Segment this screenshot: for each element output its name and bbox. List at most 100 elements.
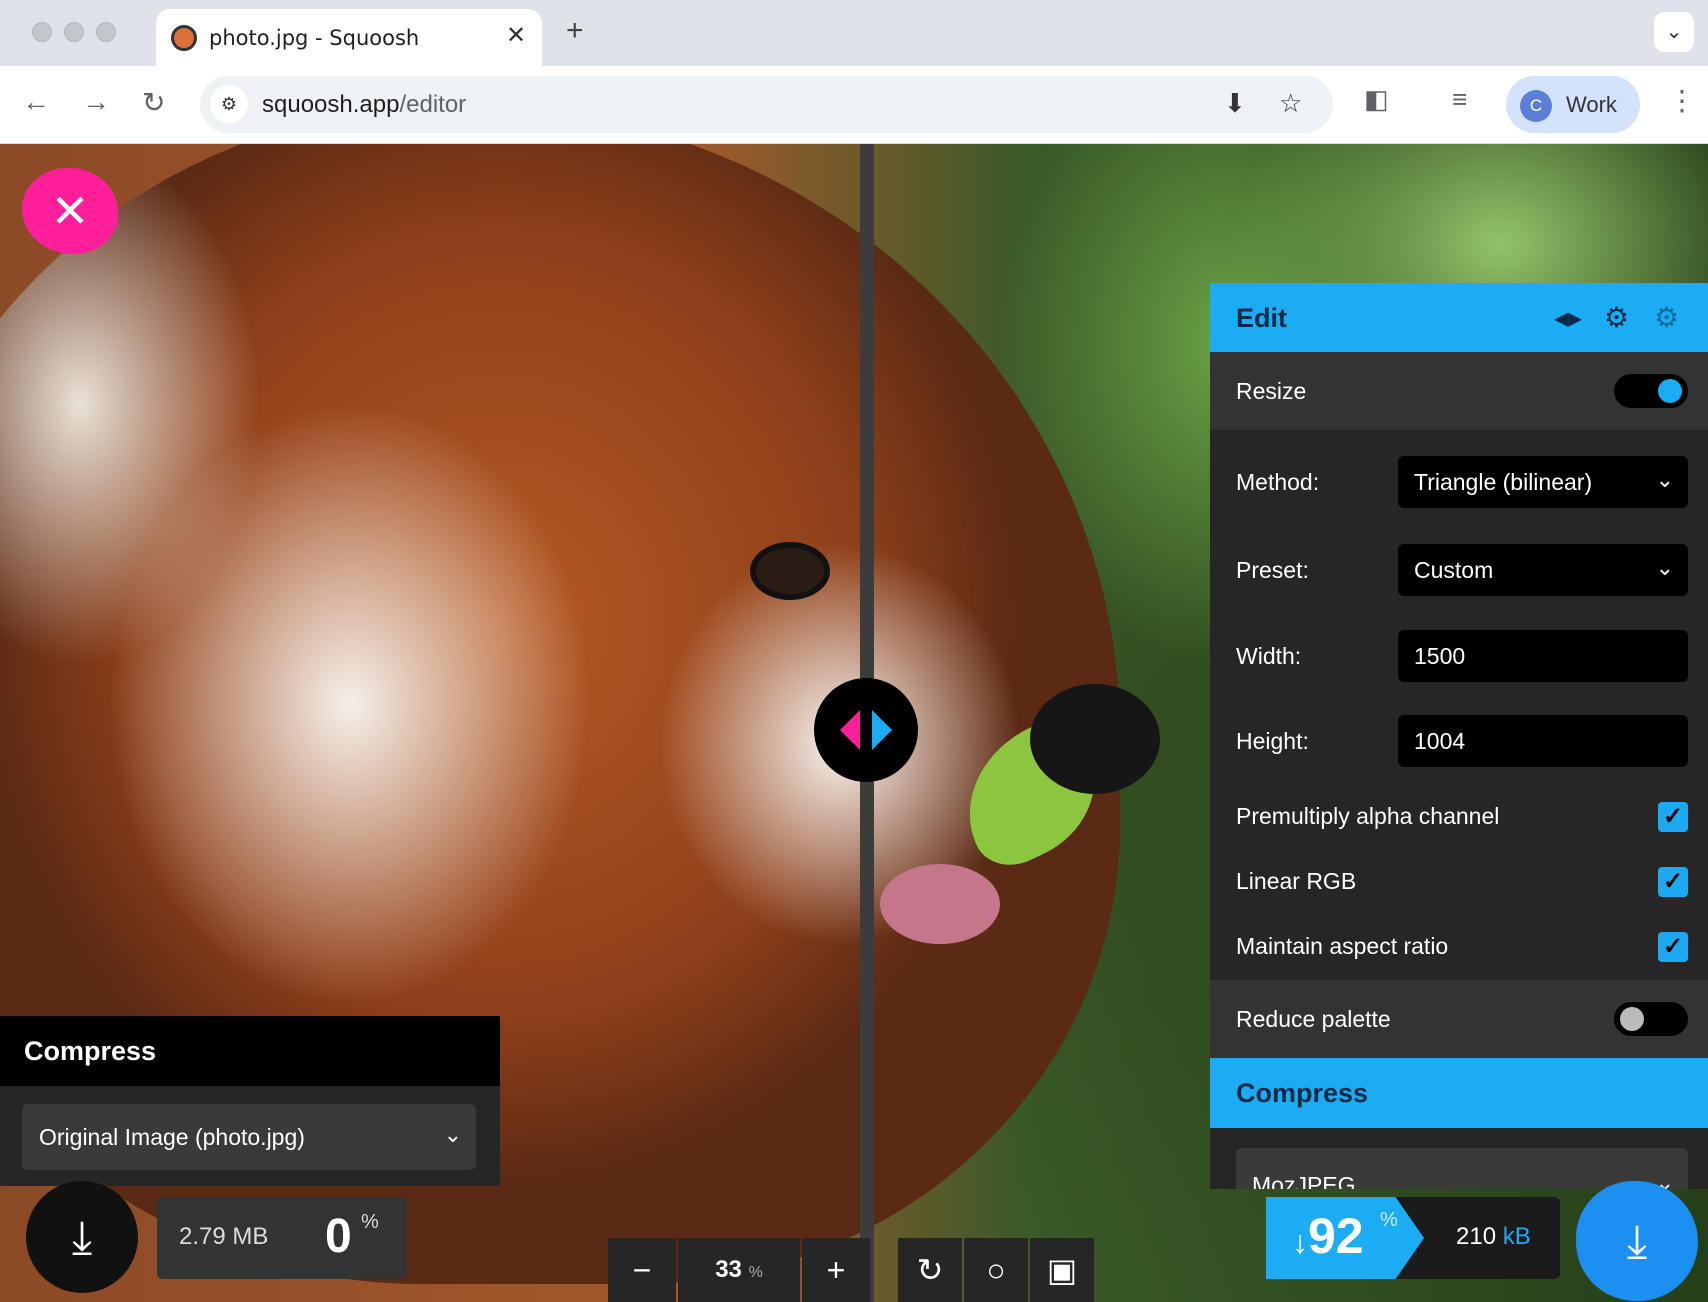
chevron-down-icon: ⌄ bbox=[1655, 555, 1674, 580]
squoosh-favicon-icon bbox=[171, 25, 197, 51]
zoom-unit: % bbox=[748, 1264, 763, 1281]
method-label: Method: bbox=[1236, 469, 1320, 495]
reduce-palette-toggle[interactable] bbox=[1614, 1002, 1688, 1036]
media-icon[interactable]: ≡ bbox=[1452, 84, 1467, 115]
original-size: 2.79 MB bbox=[179, 1223, 269, 1250]
download-icon: ⤓ bbox=[71, 1211, 93, 1263]
savings-value: ↓92 bbox=[1292, 1207, 1364, 1265]
download-original-button[interactable]: ⤓ bbox=[26, 1181, 138, 1293]
reload-icon[interactable]: ↻ bbox=[142, 86, 165, 119]
left-codec-select[interactable]: Original Image (photo.jpg) ⌄ bbox=[22, 1104, 476, 1170]
address-bar[interactable]: ⚙ squoosh.app/editor ⬇ ☆ bbox=[200, 76, 1333, 133]
savings-number: 92 bbox=[1308, 1208, 1364, 1264]
import-settings-icon[interactable]: ⚙ bbox=[1654, 301, 1679, 334]
url-path: /editor bbox=[399, 91, 467, 118]
left-compress-title: Compress bbox=[24, 1036, 157, 1066]
avatar: C bbox=[1520, 90, 1552, 122]
copy-settings-icon[interactable]: ◂▸ bbox=[1554, 301, 1582, 334]
save-settings-icon[interactable]: ⚙ bbox=[1604, 301, 1629, 334]
panda-eye bbox=[750, 542, 830, 600]
download-icon: ⤓ bbox=[1626, 1215, 1648, 1267]
panda-mouth bbox=[880, 864, 1000, 944]
active-tab[interactable]: photo.jpg - Squoosh ✕ bbox=[156, 9, 542, 66]
original-percent-sign: % bbox=[361, 1211, 379, 1233]
left-compress-header: Compress bbox=[0, 1016, 500, 1086]
install-icon[interactable]: ⬇ bbox=[1224, 88, 1246, 119]
preset-select[interactable]: Custom ⌄ bbox=[1398, 544, 1688, 596]
split-handle[interactable] bbox=[814, 678, 918, 782]
minimize-window-button[interactable] bbox=[64, 22, 84, 42]
resize-toggle[interactable] bbox=[1614, 374, 1688, 408]
tab-title: photo.jpg - Squoosh bbox=[209, 26, 420, 50]
chevron-down-icon: ⌄ bbox=[443, 1122, 462, 1147]
original-percent: 0 bbox=[325, 1210, 352, 1263]
width-value: 1500 bbox=[1414, 643, 1466, 669]
profile-name: Work bbox=[1566, 92, 1617, 117]
width-label: Width: bbox=[1236, 643, 1302, 669]
zoom-value: 33 bbox=[715, 1256, 742, 1283]
codec-row: MozJPEG ⌄ bbox=[1210, 1128, 1708, 1189]
close-window-button[interactable] bbox=[32, 22, 52, 42]
maximize-window-button[interactable] bbox=[96, 22, 116, 42]
savings-percent-sign: % bbox=[1380, 1209, 1398, 1231]
codec-value: MozJPEG bbox=[1252, 1172, 1356, 1189]
method-value: Triangle (bilinear) bbox=[1414, 469, 1593, 495]
method-select[interactable]: Triangle (bilinear) ⌄ bbox=[1398, 456, 1688, 508]
reduce-palette-label: Reduce palette bbox=[1236, 1006, 1391, 1032]
premultiply-checkbox[interactable]: ✓ bbox=[1658, 802, 1688, 832]
zoom-in-button[interactable]: + bbox=[802, 1238, 870, 1302]
download-result-button[interactable]: ⤓ bbox=[1576, 1181, 1698, 1301]
url-host: squoosh.app bbox=[262, 91, 400, 118]
close-tab-icon[interactable]: ✕ bbox=[506, 21, 526, 50]
rotate-icon[interactable]: ↻ bbox=[898, 1238, 962, 1302]
height-value: 1004 bbox=[1414, 728, 1466, 754]
zoom-level[interactable]: 33 % bbox=[678, 1238, 800, 1302]
resize-row: Resize bbox=[1210, 352, 1708, 430]
height-input[interactable]: 1004 bbox=[1398, 715, 1688, 767]
edit-panel: Edit ◂▸ ⚙ ⚙ Resize Method: Triangle (bil… bbox=[1210, 283, 1708, 1189]
background-toggle-icon[interactable]: ○ bbox=[964, 1238, 1028, 1302]
url-text[interactable]: squoosh.app/editor bbox=[262, 91, 466, 119]
panda-nose bbox=[1030, 684, 1160, 794]
linear-rgb-checkbox[interactable]: ✓ bbox=[1658, 867, 1688, 897]
preset-value: Custom bbox=[1414, 557, 1494, 583]
tab-strip: photo.jpg - Squoosh ✕ + ⌄ bbox=[0, 0, 1708, 66]
back-icon[interactable]: ← bbox=[22, 86, 50, 118]
premultiply-label: Premultiply alpha channel bbox=[1236, 803, 1500, 829]
close-image-button[interactable]: ✕ bbox=[22, 168, 118, 254]
result-box: ↓92 % 210 kB bbox=[1266, 1197, 1560, 1279]
image-canvas[interactable]: ✕ Edit ◂▸ ⚙ ⚙ Resize Method: Triangle (b… bbox=[0, 144, 1708, 1302]
aspect-ratio-checkbox[interactable]: ✓ bbox=[1658, 932, 1688, 962]
height-label: Height: bbox=[1236, 728, 1309, 754]
compress-title: Compress bbox=[1236, 1078, 1369, 1108]
zoom-controls: − 33 % + ↻ ○ ▣ bbox=[608, 1238, 1102, 1302]
star-icon[interactable]: ☆ bbox=[1279, 88, 1302, 119]
menu-icon[interactable]: ⋮ bbox=[1668, 84, 1696, 117]
result-size: 210 kB bbox=[1456, 1223, 1531, 1251]
site-settings-icon[interactable]: ⚙ bbox=[210, 85, 248, 123]
reduce-palette-row: Reduce palette bbox=[1210, 980, 1708, 1058]
result-size-unit: kB bbox=[1502, 1223, 1531, 1250]
width-input[interactable]: 1500 bbox=[1398, 630, 1688, 682]
left-codec-value: Original Image (photo.jpg) bbox=[39, 1124, 305, 1150]
tab-search-icon[interactable]: ⌄ bbox=[1654, 12, 1694, 52]
edit-header: Edit ◂▸ ⚙ ⚙ bbox=[1210, 283, 1708, 352]
extensions-icon[interactable]: ◧ bbox=[1364, 84, 1389, 115]
resize-label: Resize bbox=[1236, 378, 1307, 404]
new-tab-button[interactable]: + bbox=[566, 14, 584, 48]
edit-title: Edit bbox=[1236, 303, 1287, 333]
left-compress-panel: Compress Original Image (photo.jpg) ⌄ bbox=[0, 1016, 500, 1186]
original-size-box: 2.79 MB 0 % bbox=[157, 1197, 407, 1279]
fullscreen-icon[interactable]: ▣ bbox=[1030, 1238, 1094, 1302]
savings-arrow: ↓ bbox=[1292, 1224, 1308, 1260]
zoom-out-button[interactable]: − bbox=[608, 1238, 676, 1302]
window-controls bbox=[32, 22, 116, 42]
compress-header: Compress bbox=[1210, 1058, 1708, 1128]
split-arrows-icon bbox=[840, 710, 892, 750]
profile-button[interactable]: C Work bbox=[1506, 76, 1640, 133]
chevron-down-icon: ⌄ bbox=[1655, 467, 1674, 492]
forward-icon[interactable]: → bbox=[82, 86, 110, 118]
aspect-ratio-label: Maintain aspect ratio bbox=[1236, 933, 1449, 959]
browser-toolbar: ← → ↻ ⚙ squoosh.app/editor ⬇ ☆ ◧ ≡ C Wor… bbox=[0, 66, 1708, 144]
savings-badge: ↓92 % bbox=[1266, 1197, 1424, 1279]
